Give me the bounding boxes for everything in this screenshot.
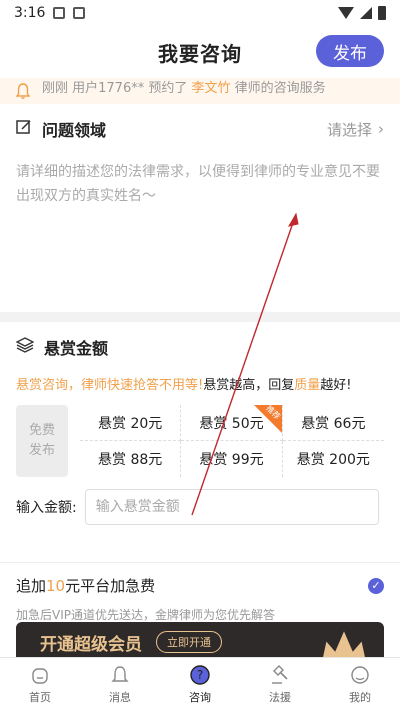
status-bar: 3:16 xyxy=(0,0,400,26)
question-field-title: 问题领域 xyxy=(42,121,107,140)
notice-bar: 刚刚 用户1776** 预约了 李文竹 律师的咨询服务 xyxy=(0,78,400,104)
checkmark-icon[interactable]: ✓ xyxy=(368,577,384,594)
image-icon xyxy=(53,7,66,19)
reward-option[interactable]: 悬赏 88元 xyxy=(80,441,182,477)
vip-banner[interactable]: 开通超级会员 立即开通 xyxy=(16,622,384,662)
free-line-1: 免费 xyxy=(28,423,55,438)
free-line-2: 发布 xyxy=(28,443,55,458)
status-time: 3:16 xyxy=(14,5,46,21)
svg-text:?: ? xyxy=(197,668,203,682)
signal-icon xyxy=(360,7,372,19)
reward-option-label: 悬赏 88元 xyxy=(98,452,163,468)
bell-icon xyxy=(109,664,131,686)
tab-home[interactable]: 首页 xyxy=(0,658,80,711)
tab-messages[interactable]: 消息 xyxy=(80,658,160,711)
question-field-row[interactable]: 问题领域 请选择 › xyxy=(16,104,384,154)
home-icon xyxy=(29,664,51,686)
reward-option[interactable]: 悬赏 20元 xyxy=(80,405,182,441)
amount-input-row: 输入金额: xyxy=(16,489,384,525)
question-icon: ? xyxy=(189,664,211,686)
tab-profile[interactable]: 我的 xyxy=(320,658,400,711)
reward-section: 悬赏金额 悬赏咨询，律师快速抢答不用等!悬赏越高，回复质量越好! 免费 发布 悬… xyxy=(0,322,400,562)
edit-icon xyxy=(16,119,32,139)
bell-icon xyxy=(15,83,31,99)
reward-option[interactable]: 悬赏 200元 xyxy=(283,441,384,477)
question-section: 问题领域 请选择 › 请详细的描述您的法律需求，以便得到律师的专业意见不要出现双… xyxy=(0,104,400,312)
reward-title: 悬赏金额 xyxy=(44,339,109,358)
tab-consult[interactable]: ? 咨询 xyxy=(160,658,240,711)
reward-option-label: 悬赏 20元 xyxy=(98,415,163,432)
urgent-title-a: 追加 xyxy=(16,577,47,595)
reward-option[interactable]: 悬赏 99元 xyxy=(181,441,283,477)
battery-icon xyxy=(378,6,386,20)
urgent-title-c: 元平台加急费 xyxy=(65,577,156,595)
reward-tip-text: 悬赏越高，回复 xyxy=(203,378,295,393)
user-icon xyxy=(349,664,371,686)
publish-button[interactable]: 发布 xyxy=(316,35,384,67)
reward-option[interactable]: 悬赏 66元 xyxy=(282,405,384,441)
tab-legal-aid-label: 法援 xyxy=(269,691,291,704)
field-select[interactable]: 请选择 › xyxy=(327,119,384,140)
reward-option[interactable]: 悬赏 50元 推荐 xyxy=(181,404,283,441)
urgent-fee: 10 xyxy=(46,577,66,595)
urgent-description: 加急后VIP通道优先送达，金牌律师为您优先解答 xyxy=(16,608,275,622)
notice-lawyer[interactable]: 李文竹 xyxy=(192,81,231,96)
tab-messages-label: 消息 xyxy=(109,691,131,704)
reward-option-label: 悬赏 200元 xyxy=(296,452,370,468)
vip-title: 开通超级会员 xyxy=(40,634,142,655)
gavel-icon xyxy=(269,664,291,686)
bottom-tab-bar: 首页 消息 ? 咨询 法援 我的 xyxy=(0,657,400,711)
reward-tip-highlight: 悬赏咨询，律师快速抢答不用等! xyxy=(16,378,204,393)
reward-tip-end: 越好! xyxy=(320,378,352,393)
reward-tip: 悬赏咨询，律师快速抢答不用等!悬赏越高，回复质量越好! xyxy=(16,374,384,393)
page-title: 我要咨询 xyxy=(158,41,242,66)
tab-profile-label: 我的 xyxy=(349,691,371,704)
notice-prefix: 刚刚 用户1776** 预约了 xyxy=(42,80,188,96)
tab-consult-label: 咨询 xyxy=(189,691,211,704)
urgent-row[interactable]: 追加10元平台加急费 ✓ xyxy=(16,563,384,596)
app-icon xyxy=(73,7,86,19)
reward-tip-quality: 质量 xyxy=(294,378,321,393)
reward-options: 免费 发布 悬赏 20元 悬赏 50元 推荐 悬赏 66元 悬赏 88元 悬赏 9… xyxy=(16,404,384,477)
reward-header: 悬赏金额 xyxy=(15,322,384,372)
amount-input[interactable] xyxy=(84,489,379,525)
question-textarea[interactable]: 请详细的描述您的法律需求，以便得到律师的专业意见不要出现双方的真实姓名～ xyxy=(16,160,384,208)
tab-home-label: 首页 xyxy=(29,691,51,704)
field-select-label: 请选择 xyxy=(326,120,372,139)
amount-input-label: 输入金额: xyxy=(16,500,77,516)
notice-suffix: 律师的咨询服务 xyxy=(234,80,326,96)
app-header: 我要咨询 发布 xyxy=(0,26,400,78)
urgent-title: 追加10元平台加急费 xyxy=(16,575,155,596)
layers-icon xyxy=(15,337,35,357)
tab-legal-aid[interactable]: 法援 xyxy=(240,658,320,711)
notice-text: 刚刚 用户1776** 预约了 李文竹 律师的咨询服务 xyxy=(42,78,326,96)
reward-option-label: 悬赏 66元 xyxy=(301,415,366,432)
chevron-right-icon: › xyxy=(378,120,384,138)
free-publish-option[interactable]: 免费 发布 xyxy=(16,405,68,477)
reward-option-label: 悬赏 99元 xyxy=(199,452,264,468)
reward-amount-grid: 悬赏 20元 悬赏 50元 推荐 悬赏 66元 悬赏 88元 悬赏 99元 悬赏 … xyxy=(80,404,384,477)
wifi-icon xyxy=(338,7,354,19)
vip-open-button[interactable]: 立即开通 xyxy=(156,631,222,653)
